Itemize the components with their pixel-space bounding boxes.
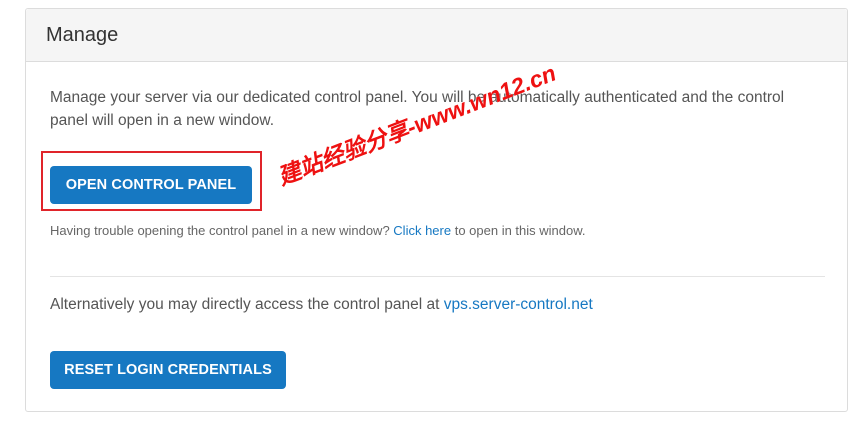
alternative-prefix: Alternatively you may directly access th… <box>50 296 440 313</box>
click-here-link[interactable]: Click here <box>393 223 451 238</box>
reset-login-credentials-button[interactable]: RESET LOGIN CREDENTIALS <box>50 351 286 389</box>
trouble-prefix: Having trouble opening the control panel… <box>50 223 390 238</box>
divider <box>50 276 825 277</box>
panel-header: Manage <box>26 9 847 62</box>
panel-title: Manage <box>46 23 119 46</box>
control-panel-url-link[interactable]: vps.server-control.net <box>444 296 593 313</box>
open-control-panel-button[interactable]: OPEN CONTROL PANEL <box>50 166 252 204</box>
trouble-suffix: to open in this window. <box>454 223 586 238</box>
trouble-text: Having trouble opening the control panel… <box>50 223 586 238</box>
manage-panel: Manage Manage your server via our dedica… <box>25 8 848 412</box>
alternative-access-text: Alternatively you may directly access th… <box>50 296 593 314</box>
